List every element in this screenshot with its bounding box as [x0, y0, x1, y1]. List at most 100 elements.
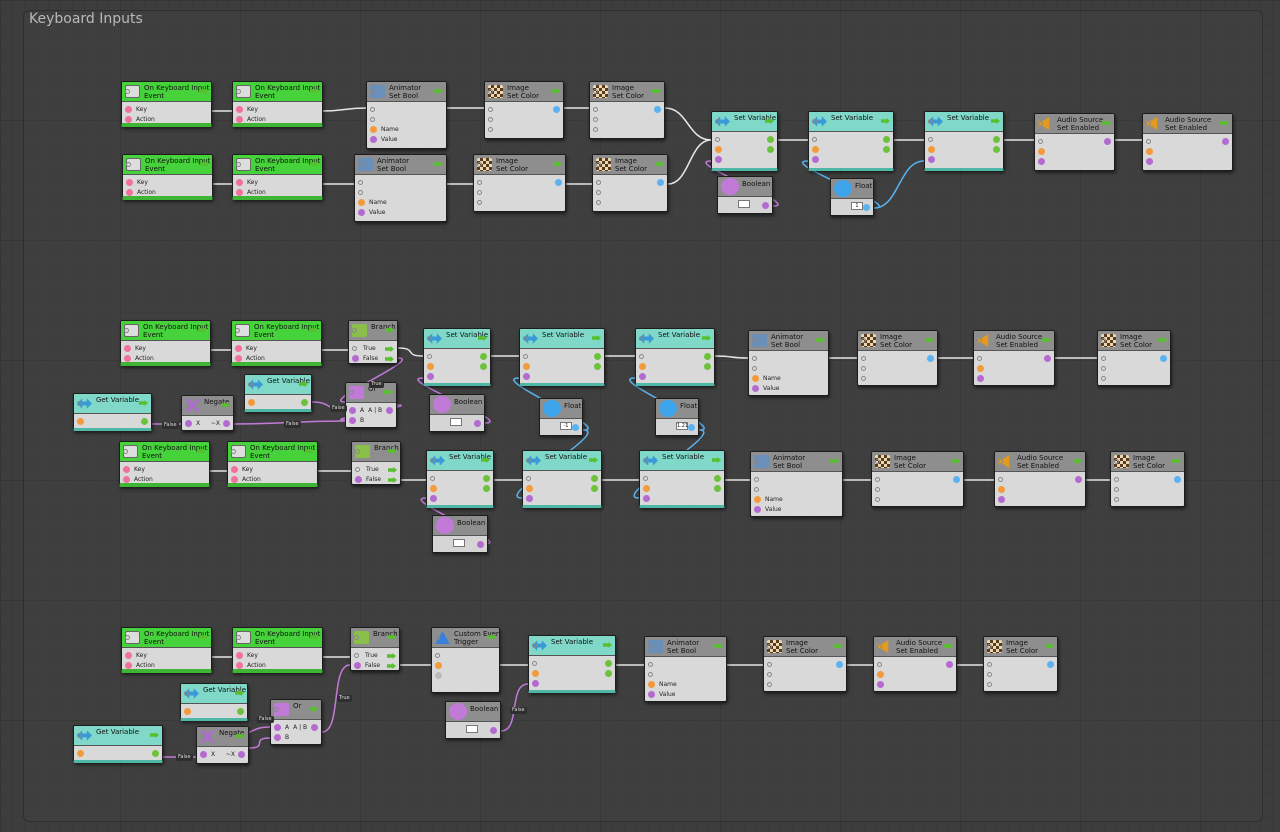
input-pin[interactable]	[648, 681, 655, 688]
boolean-checkbox[interactable]	[453, 539, 465, 547]
output-pin[interactable]	[1104, 138, 1111, 145]
output-pin[interactable]	[1222, 138, 1229, 145]
input-pin[interactable]	[427, 373, 434, 380]
image-set-color-node[interactable]: Image Set Color	[473, 154, 566, 212]
get-variable-node[interactable]: Get Variable	[244, 374, 312, 412]
exec-in-pin[interactable]	[352, 328, 357, 333]
exec-in-pin[interactable]	[248, 382, 253, 387]
output-pin[interactable]	[767, 146, 774, 153]
output-pin[interactable]	[1075, 476, 1082, 483]
input-pin[interactable]	[236, 662, 243, 669]
input-pin[interactable]	[648, 662, 653, 667]
boolean-literal-node[interactable]: Boolean	[432, 515, 488, 553]
input-pin[interactable]	[200, 751, 207, 758]
input-pin[interactable]	[1146, 148, 1153, 155]
output-pin[interactable]	[223, 420, 230, 427]
exec-in-pin[interactable]	[236, 89, 241, 94]
on-keyboard-input-node[interactable]: On Keyboard Input Event Key Action	[232, 627, 323, 673]
node-header[interactable]: On Keyboard Input Event	[120, 442, 209, 462]
output-pin[interactable]	[480, 353, 487, 360]
output-pin[interactable]	[553, 106, 560, 113]
set-variable-node[interactable]: Set Variable	[635, 328, 715, 386]
output-pin[interactable]	[555, 179, 562, 186]
input-pin[interactable]	[235, 355, 242, 362]
node-header[interactable]: Image Set Color	[872, 452, 963, 472]
input-pin[interactable]	[126, 179, 133, 186]
input-pin[interactable]	[767, 672, 772, 677]
input-pin[interactable]	[928, 156, 935, 163]
float-value-field[interactable]: 1.21	[676, 422, 688, 430]
node-header[interactable]: Image Set Color	[590, 82, 664, 102]
input-pin[interactable]	[124, 345, 131, 352]
input-pin[interactable]	[523, 373, 530, 380]
node-header[interactable]: Negate	[182, 396, 233, 416]
exec-in-pin[interactable]	[231, 449, 236, 454]
exec-in-pin[interactable]	[1101, 338, 1106, 343]
node-header[interactable]: Set Variable	[529, 636, 615, 656]
input-pin[interactable]	[354, 653, 359, 658]
input-pin[interactable]	[977, 375, 984, 382]
audio-source-set-enabled-node[interactable]: Audio Source Set Enabled	[994, 451, 1086, 507]
on-keyboard-input-node[interactable]: On Keyboard Input Event Key Action	[231, 320, 322, 366]
exec-in-pin[interactable]	[812, 119, 817, 124]
exec-in-pin[interactable]	[596, 162, 601, 167]
input-pin[interactable]	[861, 356, 866, 361]
exec-in-pin[interactable]	[1146, 121, 1151, 126]
boolean-literal-node[interactable]: Boolean	[717, 176, 773, 214]
on-keyboard-input-node[interactable]: On Keyboard Input Event Key Action	[120, 320, 211, 366]
output-pin[interactable]	[883, 146, 890, 153]
input-pin[interactable]	[752, 366, 757, 371]
input-pin[interactable]	[126, 189, 133, 196]
input-pin[interactable]	[488, 107, 493, 112]
set-variable-node[interactable]: Set Variable	[528, 635, 616, 693]
input-pin[interactable]	[1101, 376, 1106, 381]
input-pin[interactable]	[1114, 497, 1119, 502]
input-pin[interactable]	[596, 190, 601, 195]
exec-in-pin[interactable]	[427, 336, 432, 341]
input-pin[interactable]	[125, 652, 132, 659]
node-header[interactable]: On Keyboard Input Event	[233, 155, 322, 175]
float-literal-node[interactable]: Float 1	[830, 178, 874, 216]
input-pin[interactable]	[236, 652, 243, 659]
exec-in-pin[interactable]	[358, 162, 363, 167]
node-header[interactable]: Audio Source Set Enabled	[974, 331, 1054, 351]
input-pin[interactable]	[526, 485, 533, 492]
input-pin[interactable]	[523, 354, 528, 359]
exec-in-pin[interactable]	[355, 449, 360, 454]
node-header[interactable]: Or	[271, 700, 321, 720]
exec-in-pin[interactable]	[526, 458, 531, 463]
input-pin[interactable]	[77, 418, 84, 425]
input-pin[interactable]	[236, 106, 243, 113]
input-pin[interactable]	[1101, 366, 1106, 371]
branch-node[interactable]: Branch True False	[350, 627, 400, 671]
input-pin[interactable]	[370, 136, 377, 143]
input-pin[interactable]	[596, 200, 601, 205]
exec-in-pin[interactable]	[184, 691, 189, 696]
on-keyboard-input-node[interactable]: On Keyboard Input Event Key Action	[119, 441, 210, 487]
exec-in-pin[interactable]	[235, 328, 240, 333]
exec-in-pin[interactable]	[236, 162, 241, 167]
or-node[interactable]: Or A A | BB	[345, 382, 397, 428]
input-pin[interactable]	[532, 661, 537, 666]
input-pin[interactable]	[648, 672, 653, 677]
input-pin[interactable]	[928, 137, 933, 142]
node-header[interactable]: Set Variable	[427, 451, 493, 471]
input-pin[interactable]	[526, 495, 533, 502]
set-variable-node[interactable]: Set Variable	[924, 111, 1004, 171]
output-pin[interactable]	[704, 363, 711, 370]
input-pin[interactable]	[123, 466, 130, 473]
float-literal-node[interactable]: Float -1	[539, 398, 583, 436]
output-pin[interactable]	[594, 363, 601, 370]
input-pin[interactable]	[349, 407, 356, 414]
input-pin[interactable]	[998, 486, 1005, 493]
exec-in-pin[interactable]	[185, 403, 190, 408]
output-pin[interactable]	[704, 353, 711, 360]
output-pin[interactable]	[714, 485, 721, 492]
output-pin[interactable]	[1047, 661, 1054, 668]
boolean-checkbox[interactable]	[738, 200, 750, 208]
input-pin[interactable]	[767, 682, 772, 687]
image-set-color-node[interactable]: Image Set Color	[763, 636, 847, 692]
node-header[interactable]: Set Variable	[925, 112, 1003, 132]
output-pin[interactable]	[688, 424, 695, 431]
boolean-checkbox[interactable]	[450, 418, 462, 426]
